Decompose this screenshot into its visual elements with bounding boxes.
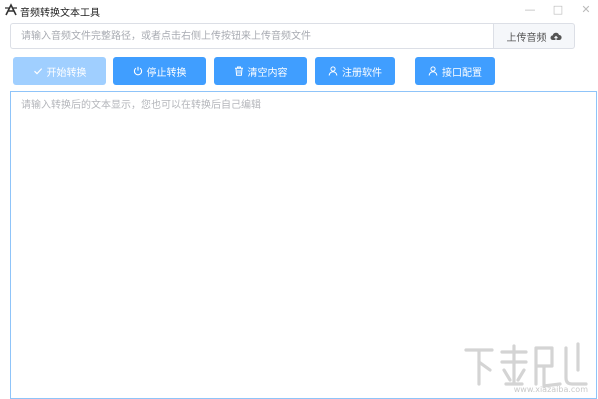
register-software-button[interactable]: 注册软件 [315, 57, 395, 85]
maximize-button[interactable]: □ [548, 2, 568, 18]
start-convert-label: 开始转换 [46, 67, 87, 79]
cloud-upload-icon [550, 31, 562, 41]
title-bar: 音频转换文本工具 — □ ✕ [0, 0, 598, 22]
register-software-label: 注册软件 [342, 67, 382, 79]
clear-content-label: 清空内容 [247, 67, 288, 79]
clear-content-button[interactable]: 清空内容 [214, 57, 307, 85]
watermark: www.xiazaiba.com [462, 340, 592, 395]
stop-convert-label: 停止转换 [146, 67, 187, 79]
audio-path-input[interactable] [10, 23, 493, 49]
start-convert-button[interactable]: 开始转换 [13, 57, 106, 85]
user-icon [328, 66, 338, 76]
upload-audio-button[interactable]: 上传音频 [493, 23, 575, 49]
minimize-button[interactable]: — [520, 2, 540, 18]
power-icon [133, 66, 143, 76]
api-config-button[interactable]: 接口配置 [415, 57, 495, 85]
window-title: 音频转换文本工具 [20, 8, 100, 19]
watermark-url: www.xiazaiba.com [513, 385, 588, 394]
trash-icon [234, 66, 244, 76]
stop-convert-button[interactable]: 停止转换 [113, 57, 206, 85]
close-button[interactable]: ✕ [576, 2, 596, 18]
check-icon [33, 66, 43, 76]
api-config-label: 接口配置 [442, 67, 482, 79]
upload-audio-label: 上传音频 [506, 32, 547, 44]
user-icon [428, 66, 438, 76]
app-logo-icon [4, 3, 18, 17]
